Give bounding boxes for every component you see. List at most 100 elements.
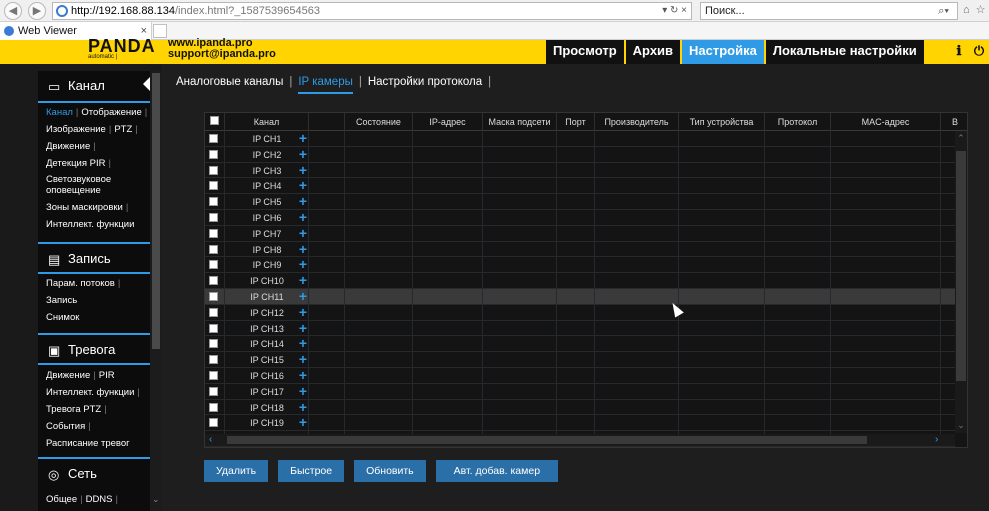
quick-button[interactable]: Быстрое (278, 460, 345, 482)
row-checkbox[interactable] (209, 181, 218, 191)
table-scroll-thumb[interactable] (956, 151, 966, 381)
sidebar-item-alarm-intelligent[interactable]: Интеллект. функции (46, 387, 134, 398)
add-camera-icon[interactable]: + (297, 194, 309, 209)
add-camera-icon[interactable]: + (297, 352, 309, 367)
nav-view[interactable]: Просмотр (546, 40, 624, 64)
add-camera-icon[interactable]: + (297, 336, 309, 351)
table-row[interactable]: IP CH2 + (205, 146, 955, 163)
row-checkbox[interactable] (209, 370, 218, 380)
sidebar-item-record[interactable]: Запись (46, 295, 77, 306)
sidebar-section-alarm[interactable]: ▣ Тревога (38, 333, 150, 365)
search-icon[interactable]: ⌕▾ (938, 3, 949, 19)
chevron-down-icon[interactable]: ⌄ (152, 494, 160, 505)
row-checkbox[interactable] (209, 149, 218, 159)
sidebar-item-general[interactable]: Общее (46, 494, 77, 505)
sidebar-item-light-sound[interactable]: Светозвуковое оповещение (46, 174, 111, 196)
table-hscroll-thumb[interactable] (227, 436, 867, 444)
sidebar-item-privacy-zones[interactable]: Зоны маскировки (46, 202, 123, 213)
table-row[interactable]: IP CH6 + (205, 209, 955, 226)
table-row[interactable]: IP CH4 + (205, 178, 955, 195)
table-row[interactable]: IP CH14 + (205, 336, 955, 353)
sidebar-item-image[interactable]: Изображение (46, 124, 106, 135)
add-camera-icon[interactable]: + (297, 225, 309, 241)
tab-protocol-settings[interactable]: Настройки протокола (368, 76, 482, 94)
add-camera-icon[interactable]: + (297, 383, 309, 399)
table-row[interactable]: IP CH19 + (205, 415, 955, 432)
table-row[interactable]: IP CH3 + (205, 162, 955, 179)
sidebar-section-network[interactable]: ◎ Сеть (38, 457, 150, 489)
row-checkbox[interactable] (209, 244, 218, 254)
table-row[interactable]: IP CH10 + (205, 273, 955, 289)
table-row[interactable]: IP CH16 + (205, 367, 955, 384)
sidebar-item-alarm-schedule[interactable]: Расписание тревог (46, 438, 130, 449)
sidebar-item-ddns[interactable]: DDNS (86, 494, 113, 505)
row-checkbox[interactable] (209, 228, 218, 238)
chevron-down-icon[interactable]: ⌄ (956, 420, 966, 431)
info-icon[interactable]: ℹ (950, 42, 968, 60)
table-row[interactable]: IP CH7 + (205, 225, 955, 242)
nav-archive[interactable]: Архив (625, 40, 681, 64)
row-checkbox[interactable] (209, 260, 218, 270)
row-checkbox[interactable] (209, 276, 218, 286)
browser-toolbar-icons[interactable]: ⌂☆ (963, 3, 989, 16)
select-all-checkbox[interactable] (210, 116, 219, 125)
add-camera-icon[interactable]: + (297, 367, 309, 383)
row-checkbox[interactable] (209, 307, 218, 317)
sidebar-section-channel[interactable]: ▭ Канал (38, 71, 150, 103)
sidebar-section-record[interactable]: ▤ Запись (38, 242, 150, 274)
add-camera-icon[interactable]: + (297, 131, 309, 146)
sidebar-item-channel[interactable]: Канал (46, 107, 73, 118)
add-camera-icon[interactable]: + (297, 209, 309, 225)
add-camera-icon[interactable]: + (297, 178, 309, 193)
add-camera-icon[interactable]: + (297, 304, 309, 320)
power-icon[interactable]: ⏻ (970, 42, 988, 60)
chevron-up-icon[interactable]: ⌃ (956, 133, 966, 144)
row-checkbox[interactable] (209, 323, 218, 333)
forward-icon[interactable]: ▶ (28, 2, 46, 20)
table-row[interactable]: IP CH12 + (205, 304, 955, 321)
sidebar-item-alarm-motion[interactable]: Движение (46, 370, 90, 381)
table-row[interactable]: IP CH17 + (205, 383, 955, 400)
table-row[interactable]: IP CH1 + (205, 131, 955, 147)
sidebar-item-pir[interactable]: Детекция PIR (46, 158, 105, 169)
sidebar-item-alarm-ptz[interactable]: Тревога PTZ (46, 404, 101, 415)
collapse-arrow-icon[interactable] (143, 75, 150, 93)
table-row[interactable]: IP CH9 + (205, 257, 955, 274)
table-horizontal-scrollbar[interactable]: ‹ › (205, 434, 955, 446)
sidebar-item-display[interactable]: Отображение (81, 107, 141, 118)
tab-ip-cameras[interactable]: IP камеры (298, 76, 353, 94)
sidebar-item-motion[interactable]: Движение (46, 141, 90, 152)
add-camera-icon[interactable]: + (297, 320, 309, 336)
row-checkbox[interactable] (209, 212, 218, 222)
row-checkbox[interactable] (209, 165, 218, 175)
sidebar-scrollbar[interactable]: ⌄ (150, 71, 162, 511)
table-row[interactable]: IP CH18 + (205, 399, 955, 416)
table-row[interactable]: IP CH11 + (205, 288, 955, 305)
row-checkbox[interactable] (209, 402, 218, 412)
nav-local-settings[interactable]: Локальные настройки (765, 40, 924, 64)
add-camera-icon[interactable]: + (297, 288, 309, 304)
table-row[interactable]: IP CH8 + (205, 241, 955, 258)
sidebar-item-stream-params[interactable]: Парам. потоков (46, 278, 115, 289)
table-row[interactable]: IP CH13 + (205, 320, 955, 337)
sidebar-item-ptz[interactable]: PTZ (114, 124, 132, 135)
add-camera-icon[interactable]: + (297, 241, 309, 257)
add-camera-icon[interactable]: + (297, 415, 309, 430)
search-input[interactable]: Поиск... ⌕▾ (700, 2, 958, 20)
add-camera-icon[interactable]: + (297, 146, 309, 162)
back-icon[interactable]: ◀ (4, 2, 22, 20)
table-vertical-scrollbar[interactable]: ⌃ ⌄ (955, 131, 967, 433)
nav-settings[interactable]: Настройка (682, 40, 764, 64)
table-row[interactable]: IP CH5 + (205, 194, 955, 210)
row-checkbox[interactable] (209, 134, 218, 143)
auto-add-cameras-button[interactable]: Авт. добав. камер (435, 460, 559, 482)
chevron-right-icon[interactable]: › (935, 434, 938, 446)
add-camera-icon[interactable]: + (297, 257, 309, 272)
refresh-button[interactable]: Обновить (354, 460, 426, 482)
address-bar[interactable]: http://192.168.88.134/index.html?_158753… (52, 2, 692, 20)
address-tools[interactable]: ▾ ↻ × (662, 3, 687, 19)
table-row[interactable]: IP CH15 + (205, 352, 955, 368)
chevron-left-icon[interactable]: ‹ (209, 434, 212, 446)
tab-analog-channels[interactable]: Аналоговые каналы (176, 76, 283, 94)
add-camera-icon[interactable]: + (297, 162, 309, 178)
